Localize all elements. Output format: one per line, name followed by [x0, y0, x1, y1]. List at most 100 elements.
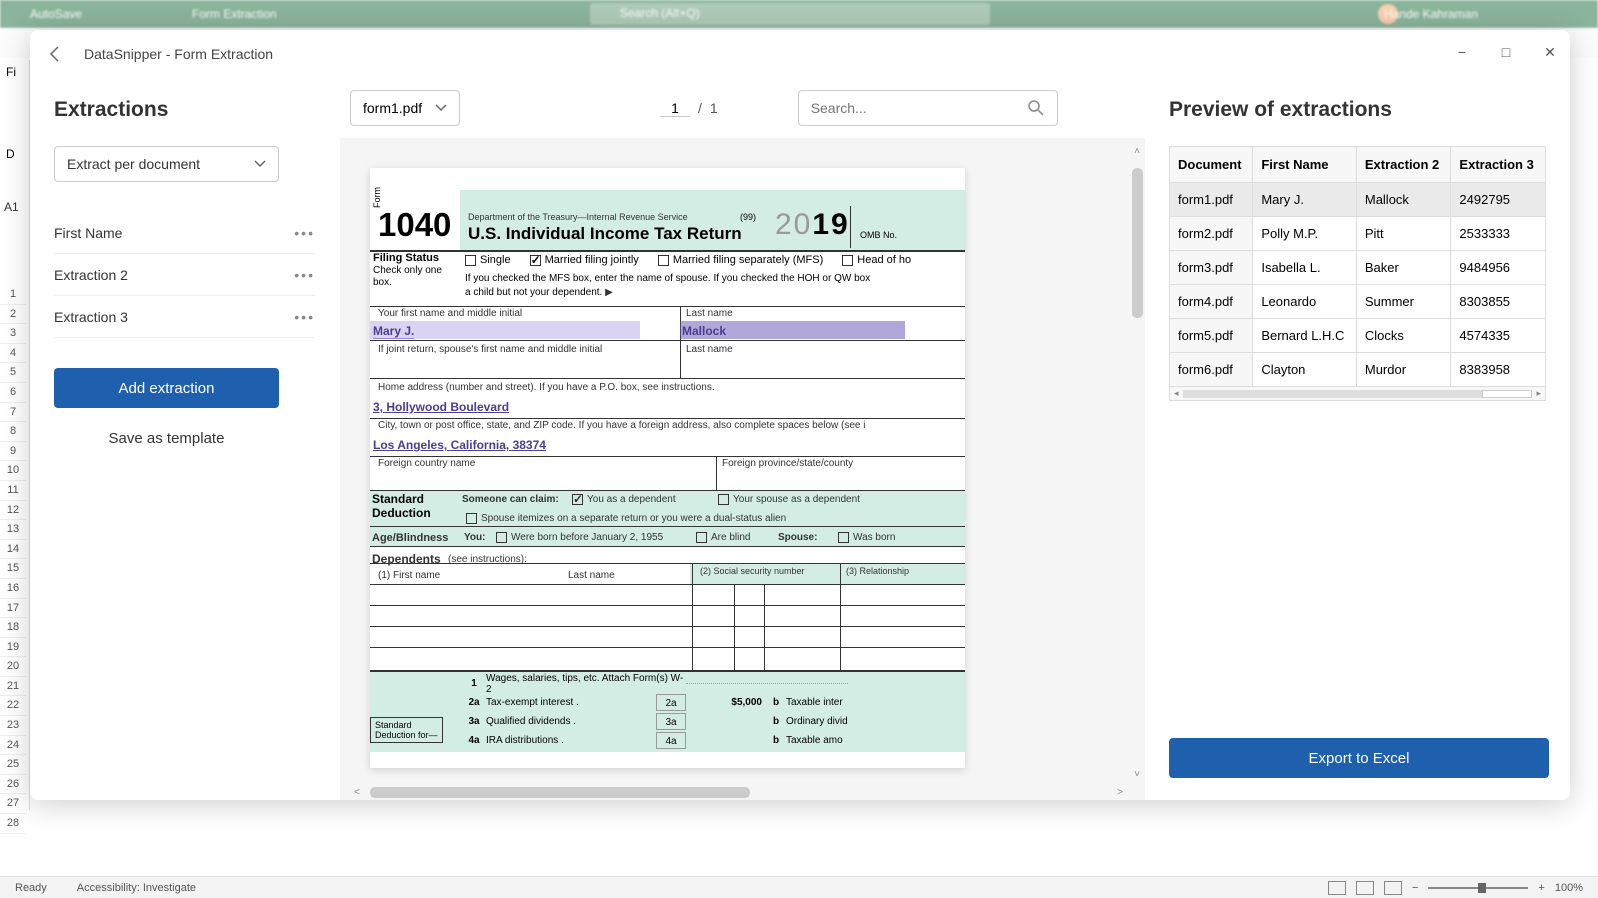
extraction-item-3[interactable]: Extraction 3 •••: [54, 296, 315, 338]
table-row[interactable]: form5.pdfBernard L.H.CClocks4574335: [1170, 319, 1546, 353]
extraction-label: Extraction 3: [54, 309, 128, 325]
play-icon: ▶: [605, 287, 613, 298]
checkbox-hoh[interactable]: [842, 255, 853, 266]
arrow-left-icon: [46, 44, 66, 64]
checkbox-blind[interactable]: [696, 532, 707, 543]
col-extraction-3[interactable]: Extraction 3: [1451, 147, 1546, 183]
minimize-button[interactable]: −: [1450, 40, 1474, 64]
maximize-button[interactable]: □: [1494, 40, 1518, 64]
table-row[interactable]: form3.pdfIsabella L.Baker9484956: [1170, 251, 1546, 285]
page-input[interactable]: [660, 100, 690, 117]
add-extraction-button[interactable]: Add extraction: [54, 368, 279, 408]
form-vrule: [680, 306, 681, 378]
address-value: 3, Hollywood Boulevard: [373, 400, 509, 414]
document-viewer[interactable]: Form 1040 Department of the Treasury—Int…: [340, 138, 1145, 800]
checkbox-spouse-born[interactable]: [838, 532, 849, 543]
form-tag: Form: [372, 187, 382, 208]
foreign-province-label: Foreign province/state/county: [722, 458, 853, 469]
checkbox-spouse-itemizes[interactable]: [466, 513, 477, 524]
vertical-scrollbar[interactable]: [1132, 168, 1143, 318]
age-blindness-label: Age/Blindness: [372, 532, 448, 544]
scroll-up-icon[interactable]: ˄: [1134, 146, 1140, 157]
table-row[interactable]: form1.pdfMary J.Mallock2492795: [1170, 183, 1546, 217]
document-selector[interactable]: form1.pdf: [350, 90, 460, 126]
search-input[interactable]: [811, 100, 1027, 116]
document-toolbar: form1.pdf / 1: [340, 78, 1145, 138]
table-horizontal-scrollbar[interactable]: ◂ ▸: [1169, 387, 1546, 401]
excel-titlebar: AutoSave Form Extraction Search (Alt+Q) …: [0, 0, 1598, 28]
excel-row-headers: Fi D A1 12345678910111213141516171819202…: [0, 60, 30, 810]
form-department: Department of the Treasury—Internal Reve…: [468, 212, 688, 222]
filing-status-checks: Single Married filing jointly Married fi…: [465, 254, 911, 266]
form-number: 1040: [378, 206, 451, 244]
excel-search: Search (Alt+Q): [590, 3, 990, 25]
dep-relationship: (3) Relationship: [846, 566, 909, 576]
checkbox-single[interactable]: [465, 255, 476, 266]
foreign-country-label: Foreign country name: [378, 458, 475, 469]
standard-deduction-label: Standard Deduction: [372, 492, 452, 520]
close-button[interactable]: ✕: [1538, 40, 1562, 64]
col-extraction-2[interactable]: Extraction 2: [1356, 147, 1451, 183]
extractions-heading: Extractions: [54, 98, 315, 122]
save-template-button[interactable]: Save as template: [54, 418, 279, 458]
view-break-icon: [1384, 881, 1402, 895]
form-rule: [370, 340, 965, 341]
checkbox-mfj[interactable]: [530, 255, 541, 266]
document-name: form1.pdf: [363, 100, 422, 116]
horizontal-scrollbar[interactable]: [370, 787, 750, 798]
table-row[interactable]: form4.pdfLeonardoSummer8303855: [1170, 285, 1546, 319]
form-vrule: [716, 456, 717, 490]
last-name-value: Mallock: [682, 324, 726, 338]
extraction-mode-dropdown[interactable]: Extract per document: [54, 146, 279, 182]
form-1040-page: Form 1040 Department of the Treasury—Int…: [370, 168, 965, 768]
more-icon[interactable]: •••: [294, 267, 315, 283]
search-icon: [1027, 99, 1045, 117]
form-rule: [370, 418, 965, 419]
document-panel: form1.pdf / 1: [340, 78, 1145, 800]
extraction-item-2[interactable]: Extraction 2 •••: [54, 254, 315, 296]
scroll-right-icon[interactable]: ˃: [1117, 787, 1123, 798]
more-icon[interactable]: •••: [294, 309, 315, 325]
form-vrule: [850, 206, 851, 248]
page-total: 1: [710, 100, 718, 116]
chevron-down-icon: [254, 160, 266, 168]
first-name-value: Mary J.: [373, 324, 414, 339]
scroll-right-icon[interactable]: ▸: [1536, 388, 1541, 399]
document-search[interactable]: [798, 90, 1058, 126]
col-first-name[interactable]: First Name: [1253, 147, 1357, 183]
checkbox-born-before[interactable]: [496, 532, 507, 543]
more-icon[interactable]: •••: [294, 225, 315, 241]
filing-note: If you checked the MFS box, enter the na…: [465, 272, 915, 300]
dep-ssn: (2) Social security number: [700, 566, 805, 576]
scroll-left-icon[interactable]: ◂: [1174, 388, 1179, 399]
excel-statusbar: Ready Accessibility: Investigate − + 100…: [0, 876, 1598, 898]
modal-title: DataSnipper - Form Extraction: [84, 46, 273, 62]
you-label: You:: [464, 532, 485, 543]
scroll-left-icon[interactable]: ˂: [354, 787, 360, 798]
form-rule: [370, 378, 965, 379]
chevron-down-icon: [435, 104, 447, 112]
form-99: (99): [740, 212, 756, 222]
checkbox-you-dependent[interactable]: [572, 494, 583, 505]
last-name-label: Last name: [686, 308, 733, 319]
spouse-last-label: Last name: [686, 344, 733, 355]
col-document[interactable]: Document: [1170, 147, 1253, 183]
back-button[interactable]: [44, 42, 68, 66]
extraction-label: First Name: [54, 225, 122, 241]
form-title: U.S. Individual Income Tax Return: [468, 224, 742, 244]
checkbox-mfs[interactable]: [658, 255, 669, 266]
form-omb: OMB No.: [860, 230, 897, 240]
extraction-item-first-name[interactable]: First Name •••: [54, 212, 315, 254]
table-row[interactable]: form6.pdfClaytonMurdor8383958: [1170, 353, 1546, 387]
autosave-label: AutoSave: [30, 7, 82, 21]
table-row[interactable]: form2.pdfPolly M.P.Pitt2533333: [1170, 217, 1546, 251]
checkbox-spouse-dependent[interactable]: [718, 494, 729, 505]
address-label: Home address (number and street). If you…: [378, 382, 715, 393]
page-separator: /: [698, 100, 702, 116]
datasnipper-modal: DataSnipper - Form Extraction − □ ✕ Extr…: [30, 30, 1570, 800]
scroll-down-icon[interactable]: ˅: [1134, 769, 1140, 780]
page-indicator: / 1: [660, 100, 718, 117]
export-to-excel-button[interactable]: Export to Excel: [1169, 738, 1549, 778]
dep-first-name: (1) First name: [378, 570, 440, 581]
first-name-label: Your first name and middle initial: [378, 308, 522, 319]
